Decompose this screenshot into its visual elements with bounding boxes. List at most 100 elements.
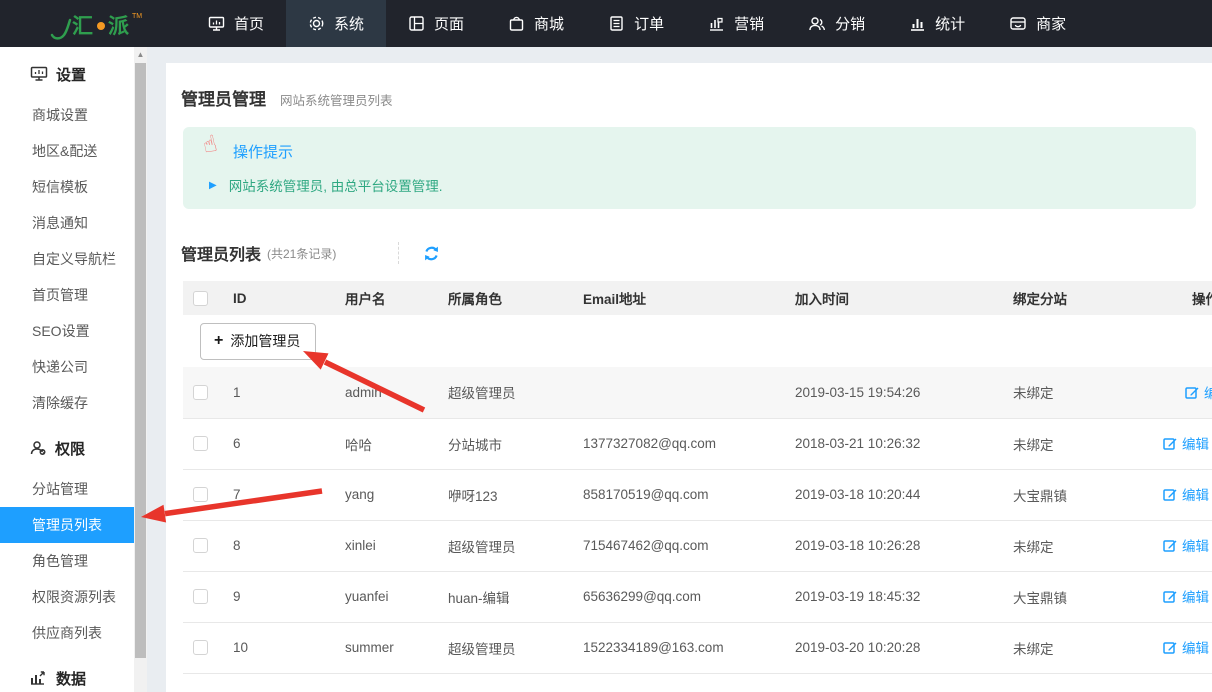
- scroll-up-icon[interactable]: ▲: [134, 49, 147, 61]
- nav-item-label: 订单: [634, 13, 664, 34]
- edit-link[interactable]: 编辑: [1163, 637, 1209, 657]
- cell-username: yuanfei: [345, 571, 448, 622]
- cell-joined: 2019-03-19 18:45:32: [795, 571, 1013, 622]
- cell-id: 10: [233, 622, 345, 673]
- cell-id: 6: [233, 418, 345, 469]
- plus-icon: +: [214, 334, 223, 348]
- sidebar-item-permission-res[interactable]: 权限资源列表: [0, 579, 134, 615]
- edit-link[interactable]: 编辑: [1163, 484, 1209, 504]
- sidebar-item-home-manage[interactable]: 首页管理: [0, 277, 134, 313]
- add-admin-button[interactable]: + 添加管理员: [200, 323, 316, 360]
- nav-item-distribution[interactable]: 分销: [786, 0, 887, 47]
- sidebar-item-subsite-manage[interactable]: 分站管理: [0, 471, 134, 507]
- table-row: 8 xinlei 超级管理员 715467462@qq.com 2019-03-…: [183, 520, 1212, 571]
- col-header-email: Email地址: [583, 281, 795, 315]
- sidebar-group-settings[interactable]: 设置: [0, 61, 134, 87]
- sidebar-item-seo-settings[interactable]: SEO设置: [0, 313, 134, 349]
- brand-logo[interactable]: 汇 派 TM: [0, 0, 186, 47]
- sidebar-item-mall-settings[interactable]: 商城设置: [0, 97, 134, 133]
- cell-role: 超级管理员: [448, 622, 583, 673]
- nav-item-label: 分销: [835, 13, 865, 34]
- edit-label: 编辑: [1182, 586, 1209, 606]
- edit-link[interactable]: 编辑: [1163, 535, 1209, 555]
- nav-item-marketing[interactable]: 营销: [686, 0, 786, 47]
- svg-text:汇: 汇: [72, 15, 93, 38]
- cell-site: 未绑定: [1013, 418, 1158, 469]
- sidebar-item-sms-template[interactable]: 短信模板: [0, 169, 134, 205]
- tip-title: 操作提示: [233, 141, 293, 162]
- nav-item-label: 商家: [1036, 13, 1066, 34]
- admin-table: ID 用户名 所属角色 Email地址 加入时间 绑定分站 操作 + 添加管理员: [183, 281, 1212, 674]
- nav-item-home[interactable]: 首页: [186, 0, 286, 47]
- nav-item-label: 系统: [334, 13, 364, 34]
- nav-item-orders[interactable]: 订单: [586, 0, 686, 47]
- cell-site: 未绑定: [1013, 367, 1158, 418]
- sidebar-settings-list: 商城设置 地区&配送 短信模板 消息通知 自定义导航栏 首页管理 SEO设置 快…: [0, 97, 134, 421]
- edit-label: 编辑: [1182, 433, 1209, 453]
- sidebar: 设置 商城设置 地区&配送 短信模板 消息通知 自定义导航栏 首页管理 SEO设…: [0, 47, 134, 692]
- cell-site: 未绑定: [1013, 520, 1158, 571]
- cell-site: 大宝鼎镇: [1013, 469, 1158, 520]
- cell-role: 分站城市: [448, 418, 583, 469]
- refresh-button[interactable]: [423, 245, 440, 262]
- nav-item-merchant[interactable]: 商家: [987, 0, 1088, 47]
- col-header-joined: 加入时间: [795, 281, 1013, 315]
- cell-joined: 2019-03-20 10:20:28: [795, 622, 1013, 673]
- sidebar-item-message-notify[interactable]: 消息通知: [0, 205, 134, 241]
- edit-label: 编辑: [1182, 484, 1209, 504]
- sidebar-item-region-delivery[interactable]: 地区&配送: [0, 133, 134, 169]
- cell-role: huan-编辑: [448, 571, 583, 622]
- row-checkbox[interactable]: [193, 589, 208, 604]
- sidebar-group-data[interactable]: 数据: [0, 665, 134, 691]
- order-clipboard-icon: [608, 15, 625, 32]
- select-all-checkbox[interactable]: [193, 291, 208, 306]
- cell-joined: 2018-03-21 10:26:32: [795, 418, 1013, 469]
- marketing-chart-icon: [708, 15, 725, 32]
- cell-id: 9: [233, 571, 345, 622]
- edit-label: 编辑: [1182, 535, 1209, 555]
- sidebar-item-express-company[interactable]: 快递公司: [0, 349, 134, 385]
- pages-layout-icon: [408, 15, 425, 32]
- row-checkbox[interactable]: [193, 436, 208, 451]
- row-checkbox[interactable]: [193, 538, 208, 553]
- edit-pencil-icon: [1163, 640, 1177, 654]
- nav-item-mall[interactable]: 商城: [486, 0, 586, 47]
- sidebar-item-supplier-list[interactable]: 供应商列表: [0, 615, 134, 651]
- sidebar-group-title: 设置: [56, 64, 86, 85]
- top-navbar: 汇 派 TM 首页 系统 页面 商城: [0, 0, 1212, 47]
- record-count: (共21条记录): [267, 245, 336, 262]
- row-checkbox[interactable]: [193, 487, 208, 502]
- sidebar-scrollbar[interactable]: ▲: [134, 47, 147, 692]
- edit-pencil-icon: [1163, 589, 1177, 603]
- nav-item-pages[interactable]: 页面: [386, 0, 486, 47]
- table-row: 6 哈哈 分站城市 1377327082@qq.com 2018-03-21 1…: [183, 418, 1212, 469]
- cell-id: 7: [233, 469, 345, 520]
- nav-item-stats[interactable]: 统计: [887, 0, 987, 47]
- cell-email: 858170519@qq.com: [583, 469, 795, 520]
- tip-line: ▶ 网站系统管理员, 由总平台设置管理.: [209, 175, 442, 195]
- scrollbar-thumb[interactable]: [135, 63, 146, 658]
- nav-item-label: 页面: [434, 13, 464, 34]
- main-content: 管理员管理 网站系统管理员列表 ☝ 操作提示 ▶ 网站系统管理员, 由总平台设置…: [166, 63, 1212, 692]
- gear-icon: [308, 15, 325, 32]
- brand-logo-icon: 汇 派 TM: [50, 6, 162, 42]
- edit-link[interactable]: 编辑: [1185, 382, 1212, 402]
- add-admin-label: 添加管理员: [230, 331, 300, 351]
- svg-text:TM: TM: [132, 13, 142, 20]
- row-checkbox[interactable]: [193, 640, 208, 655]
- edit-link[interactable]: 编辑: [1163, 433, 1209, 453]
- sidebar-item-custom-navbar[interactable]: 自定义导航栏: [0, 241, 134, 277]
- edit-link[interactable]: 编辑: [1163, 586, 1209, 606]
- triangle-bullet-icon: ▶: [209, 180, 217, 191]
- row-checkbox[interactable]: [193, 385, 208, 400]
- sidebar-item-role-manage[interactable]: 角色管理: [0, 543, 134, 579]
- cell-email: 65636299@qq.com: [583, 571, 795, 622]
- nav-item-system[interactable]: 系统: [286, 0, 386, 47]
- sidebar-item-admin-list[interactable]: 管理员列表: [0, 507, 134, 543]
- sidebar-item-clear-cache[interactable]: 清除缓存: [0, 385, 134, 421]
- nav-item-label: 首页: [234, 13, 264, 34]
- col-header-actions: 操作: [1158, 281, 1212, 315]
- sidebar-group-permission[interactable]: 权限: [0, 435, 134, 461]
- monitor-icon: [30, 66, 48, 82]
- edit-pencil-icon: [1185, 385, 1199, 399]
